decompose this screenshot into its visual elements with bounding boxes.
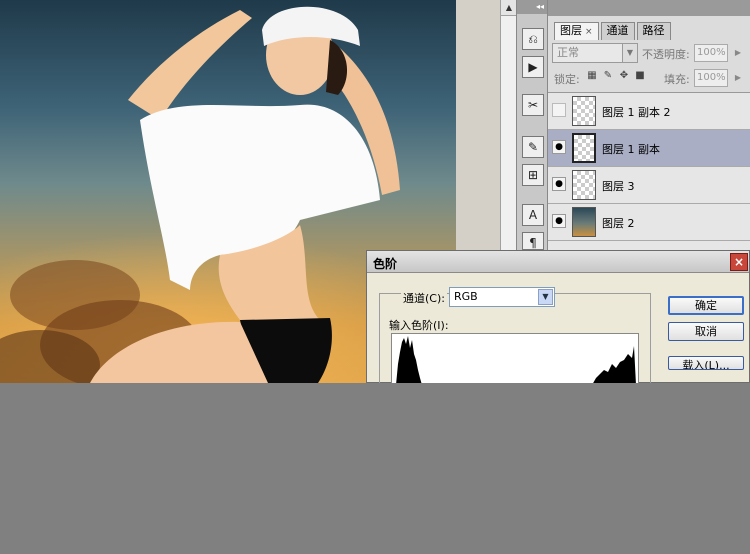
lock-pixels-icon[interactable]: ✎ [602, 70, 614, 82]
layer-row[interactable]: ● 图层 1 副本 [548, 130, 750, 167]
eye-icon[interactable]: ● [552, 177, 566, 191]
opacity-label: 不透明度: [642, 48, 690, 61]
tab-label: 通道 [606, 24, 629, 37]
chevron-down-icon: ▼ [622, 44, 637, 62]
panel-dock: ◂◂ ⎌ ▶ ✂ ✎ ⊞ A ¶ [516, 0, 548, 250]
eye-icon[interactable]: ● [552, 140, 566, 154]
channel-select[interactable]: RGB ▼ [449, 287, 555, 307]
layer-row[interactable]: ● 图层 3 [548, 167, 750, 204]
fill-label: 填充: [664, 73, 690, 86]
history-icon[interactable]: ⎌ [522, 28, 544, 50]
vertical-scrollbar[interactable]: ▲ [500, 0, 517, 250]
clone-source-icon[interactable]: ⊞ [522, 164, 544, 186]
layer-row[interactable]: ● 图层 2 [548, 204, 750, 241]
channel-value: RGB [454, 290, 478, 303]
opacity-input[interactable]: 100% [694, 44, 728, 62]
panel-tabs: 图层 × 通道 路径 [554, 22, 673, 40]
close-icon[interactable]: × [585, 27, 593, 37]
chevron-right-icon[interactable]: ▶ [732, 69, 744, 87]
close-icon[interactable]: × [730, 253, 748, 271]
tools-preset-icon[interactable]: ✂ [522, 94, 544, 116]
lock-position-icon[interactable]: ✥ [618, 70, 630, 82]
lock-label: 锁定: [554, 73, 580, 86]
layer-row[interactable]: 图层 1 副本 2 [548, 93, 750, 130]
channel-label: 通道(C): [401, 290, 447, 306]
layer-list: 图层 1 副本 2 ● 图层 1 副本 ● 图层 3 ● 图层 2 [548, 92, 750, 250]
tab-paths[interactable]: 路径 [636, 22, 671, 40]
lock-row: 锁定: ▦ ✎ ✥ ■ 填充: 100% ▶ [548, 68, 750, 88]
tab-channels[interactable]: 通道 [600, 22, 635, 40]
layer-name: 图层 1 副本 [602, 143, 660, 156]
brushes-icon[interactable]: ✎ [522, 136, 544, 158]
blend-row: 正常 ▼ 不透明度: 100% ▶ [548, 42, 750, 64]
chevron-down-icon: ▼ [538, 289, 553, 305]
tab-label: 路径 [642, 24, 665, 37]
layer-thumbnail [572, 133, 596, 163]
ok-button[interactable]: 确定 [668, 296, 744, 315]
load-button[interactable]: 载入(L)... [668, 356, 744, 370]
visibility-toggle[interactable] [552, 103, 566, 117]
scroll-up-icon[interactable]: ▲ [501, 0, 517, 16]
fill-input[interactable]: 100% [694, 69, 728, 87]
input-levels-label: 输入色阶(I): [389, 319, 449, 332]
dock-collapse-icon[interactable]: ◂◂ [517, 0, 547, 14]
panel-header-bar [548, 0, 750, 16]
tab-layers[interactable]: 图层 × [554, 22, 599, 40]
layer-name: 图层 1 副本 2 [602, 106, 671, 119]
histogram [391, 333, 639, 384]
lock-transparency-icon[interactable]: ▦ [586, 70, 598, 82]
layer-name: 图层 3 [602, 180, 635, 193]
chevron-right-icon[interactable]: ▶ [732, 44, 744, 62]
levels-dialog: 色阶 × 通道(C): RGB ▼ 输入色阶(I): 确定 取消 载入(L)..… [366, 250, 750, 384]
layer-thumbnail [572, 207, 596, 237]
layer-thumbnail [572, 170, 596, 200]
layer-thumbnail [572, 96, 596, 126]
tab-label: 图层 [560, 24, 582, 37]
histogram-graph [396, 336, 636, 384]
eye-icon[interactable]: ● [552, 214, 566, 228]
dialog-title: 色阶 [373, 257, 398, 271]
panel-splitter [456, 0, 500, 250]
paragraph-icon[interactable]: ¶ [522, 232, 544, 250]
layer-name: 图层 2 [602, 217, 635, 230]
blend-mode-value: 正常 [557, 46, 579, 59]
workspace-background [0, 383, 750, 554]
layers-panel: 图层 × 通道 路径 正常 ▼ 不透明度: 100% ▶ 锁定: ▦ ✎ ✥ ■ … [548, 0, 750, 250]
lock-all-icon[interactable]: ■ [634, 70, 646, 82]
blend-mode-select[interactable]: 正常 ▼ [552, 43, 638, 63]
character-icon[interactable]: A [522, 204, 544, 226]
dialog-titlebar[interactable]: 色阶 × [367, 251, 749, 273]
cancel-button[interactable]: 取消 [668, 322, 744, 341]
actions-icon[interactable]: ▶ [522, 56, 544, 78]
